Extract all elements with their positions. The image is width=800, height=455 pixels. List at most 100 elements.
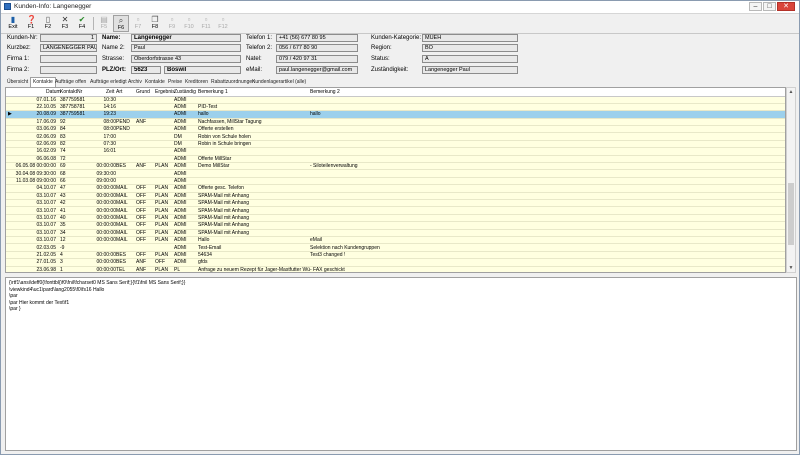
f11-button[interactable]: ▫ F11	[198, 15, 214, 32]
cell-zeit: 00:00:00	[96, 229, 116, 236]
f6-button[interactable]: ⌕ F6	[113, 15, 129, 32]
table-row[interactable]: 03.06.09 84 08:00 PEND ADMI Offerte erstellen	[6, 126, 785, 134]
table-row[interactable]: 03.10.07 42 00:00:00 MAIL OFF PLAN ADMI SPAM-Ma…	[6, 200, 785, 208]
table-row[interactable]: 21.02.05 4 00:00:00 BES OFF PLAN ADMI 54634 Test…	[6, 251, 785, 260]
column-header-zustaendig[interactable]: Zuständig	[174, 89, 196, 95]
f7-button[interactable]: ▫ F7	[130, 15, 146, 32]
cell-art: PEND	[116, 118, 130, 125]
status-field[interactable]: A	[422, 55, 518, 63]
table-row[interactable]: 30.04.08 09:30:00 68 09:30:00 ADMI	[6, 171, 785, 178]
table-row[interactable]: 03.10.07 12 00:00:00 MAIL OFF PLAN ADMI Hallo eM…	[6, 237, 785, 245]
column-header-bemerkung1[interactable]: Bemerkung 1	[198, 89, 228, 95]
table-row[interactable]: 02.06.09 83 17:00 DM Robin von Schule holen	[6, 134, 785, 141]
name-label: Name:	[102, 35, 121, 41]
table-row[interactable]: 17.06.09 92 08:00 PEND ANF ADMI Nachfassen, Mi…	[6, 118, 785, 127]
cell-datum: 27.01.05	[36, 259, 56, 266]
tab-kreditoren[interactable]: Kreditoren	[183, 78, 210, 87]
tab-preise[interactable]: Preise	[166, 78, 184, 87]
tab-kundenlagerartikel[interactable]: Kundenlagerartikel (alle)	[250, 78, 308, 87]
table-row[interactable]: 27.01.05 3 00:00:00 BES ANF OFF ADMI gfds	[6, 259, 785, 267]
table-row[interactable]: 02.06.09 82 07:30 DM Robin in Schule bringen	[6, 140, 785, 149]
tab-kontakte-2[interactable]: Kontakte	[143, 78, 167, 87]
plz-field[interactable]: 5623	[131, 66, 161, 74]
f10-button[interactable]: ▫ F10	[181, 15, 197, 32]
name2-field[interactable]: Paul	[131, 44, 241, 52]
cell-datum: 16.02.09	[36, 148, 56, 155]
telefon1-field[interactable]: +41 (56) 677 80 95	[276, 34, 358, 42]
scroll-thumb[interactable]	[788, 183, 794, 245]
column-header-bemerkung2[interactable]: Bemerkung 2	[310, 89, 340, 95]
telefon2-field[interactable]: 056 / 677 80 90	[276, 44, 358, 52]
cell-zustaendig: ADMI	[174, 229, 187, 236]
memo-textarea[interactable]: {\rtf1\ansi\deff0{\fonttbl{\f0\fnil\fcha…	[5, 277, 797, 451]
blank-icon: ▫	[170, 15, 174, 24]
strasse-field[interactable]: Oberdorfstrasse 43	[131, 55, 241, 63]
cell-kontaktnr: 82	[60, 140, 66, 147]
f5-button[interactable]: ▤ F5	[96, 15, 112, 32]
table-row[interactable]: 02.03.05 -9 ADMI Test-Email Selektion nach K…	[6, 244, 785, 252]
scroll-up-icon[interactable]: ▲	[787, 88, 795, 96]
tab-uebersicht[interactable]: Übersicht	[5, 78, 30, 87]
region-field[interactable]: BO	[422, 44, 518, 52]
kurzbez-field[interactable]: LANGENEGGER PAUL	[40, 44, 97, 52]
cell-ergebnis: PLAN	[155, 266, 169, 273]
table-row[interactable]: 22.10.05 387758781 14:16 ADMI PID-Test	[6, 104, 785, 112]
table-scrollbar[interactable]: ▲ ▼	[786, 87, 796, 273]
f2-button[interactable]: ▯ F2	[40, 15, 56, 32]
ort-field[interactable]: Boswil	[164, 66, 241, 74]
f1-button[interactable]: ❓ F1	[23, 15, 39, 32]
cell-zustaendig: ADMI	[174, 251, 187, 258]
column-header-art[interactable]: Art	[116, 89, 122, 95]
f3-button[interactable]: ✕ F3	[57, 15, 73, 32]
firma1-field[interactable]	[40, 55, 97, 63]
table-row[interactable]: 23.06.98 1 00:00:00 TEL ANF PLAN PL Anfrage zu …	[6, 266, 785, 273]
column-header-ergebnis[interactable]: Ergebnis	[155, 89, 175, 95]
cell-zeit: 00:00:00	[96, 251, 116, 258]
tab-auftraege-offen[interactable]: Aufträge offen	[53, 78, 88, 87]
table-row[interactable]: 07.01.16 387759581 10:30 ADMI	[6, 97, 785, 104]
table-row[interactable]: 11.03.08 09:00:00 66 09:00:00 ADMI	[6, 178, 785, 186]
minimize-button[interactable]: –	[749, 2, 762, 11]
column-header-grund[interactable]: Grund	[136, 89, 150, 95]
table-row[interactable]: 03.10.07 41 00:00:00 MAIL OFF PLAN ADMI SPAM-Ma…	[6, 208, 785, 215]
kunden-nr-field[interactable]: 1	[40, 34, 97, 42]
cell-art: TEL	[116, 266, 126, 273]
status-label: Status:	[371, 56, 390, 62]
table-row[interactable]: 06.05.08 00:00:00 69 00:00:00 BES ANF PLAN ADM…	[6, 163, 785, 171]
table-row[interactable]: ▶ 20.08.09 387759581 19:23 ADMI hallo hallo	[6, 111, 785, 119]
close-button[interactable]: ✕	[777, 2, 795, 11]
scroll-down-icon[interactable]: ▼	[787, 264, 795, 272]
natel-field[interactable]: 079 / 420 97 31	[276, 55, 358, 63]
app-icon	[4, 3, 11, 10]
firma2-field[interactable]	[40, 66, 97, 74]
cell-ergebnis: PLAN	[155, 237, 169, 244]
maximize-button[interactable]: □	[763, 2, 776, 11]
column-header-datum[interactable]: Datum	[46, 89, 61, 95]
f4-button[interactable]: ✔ F4	[74, 15, 90, 32]
table-row[interactable]: 04.10.07 47 00:00:00 MAIL OFF PLAN ADMI Offerte…	[6, 185, 785, 193]
column-header-kontaktnr[interactable]: KontaktNr	[60, 89, 82, 95]
cell-bemerkung2: Selektion nach Kundengruppen	[310, 244, 380, 251]
table-row[interactable]: 03.10.07 34 00:00:00 MAIL OFF PLAN ADMI SPAM-Ma…	[6, 229, 785, 238]
zustaendig-field[interactable]: Langenegger Paul	[422, 66, 518, 74]
f8-button[interactable]: ❐ F8	[147, 15, 163, 32]
column-header-zeit[interactable]: Zeit	[106, 89, 114, 95]
tab-auftraege-erledigt[interactable]: Aufträge erledigt	[88, 78, 129, 87]
table-row[interactable]: 03.10.07 35 00:00:00 MAIL OFF PLAN ADMI SPAM-Ma…	[6, 222, 785, 230]
delete-icon: ✕	[61, 15, 69, 24]
f9-button[interactable]: ▫ F9	[164, 15, 180, 32]
cell-kontaktnr: 12	[60, 237, 66, 244]
tab-kontakte[interactable]: Kontakte	[30, 77, 56, 87]
table-row[interactable]: 16.02.09 74 16:01 ADMI	[6, 148, 785, 156]
name-field[interactable]: Langenegger	[131, 34, 241, 42]
table-row[interactable]: 03.10.07 40 00:00:00 MAIL OFF PLAN ADMI SPAM-Ma…	[6, 215, 785, 223]
cell-bemerkung2: eMail	[310, 237, 322, 244]
f12-button[interactable]: ▫ F12	[215, 15, 231, 32]
email-field[interactable]: paul.langenegger@gmail.com	[276, 66, 358, 74]
table-row[interactable]: 03.10.07 43 00:00:00 MAIL OFF PLAN ADMI SPAM-Ma…	[6, 193, 785, 201]
tab-archiv[interactable]: Archiv	[126, 78, 144, 87]
table-row[interactable]: 06.06.08 72 ADMI Offerte MillStar	[6, 156, 785, 164]
exit-button[interactable]: ▮ Exit	[5, 15, 21, 32]
kategorie-field[interactable]: MUEH	[422, 34, 518, 42]
blank-icon: ▫	[187, 15, 191, 24]
